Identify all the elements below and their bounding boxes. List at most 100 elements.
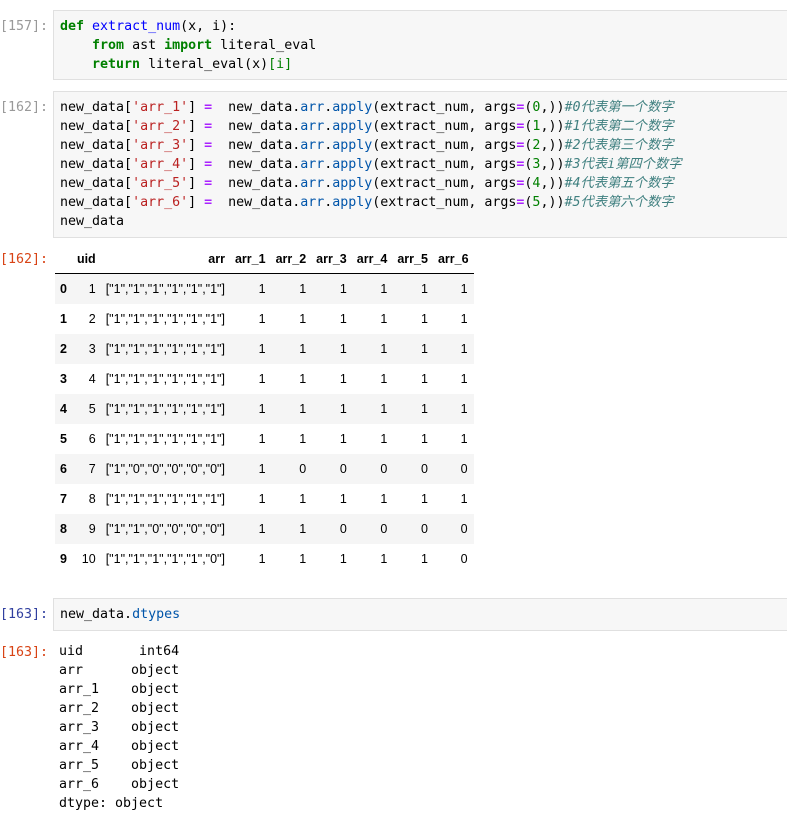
table-cell: 1 bbox=[299, 282, 307, 296]
function-name: extract_num bbox=[92, 19, 181, 34]
table-cell: 1 bbox=[258, 372, 266, 386]
code-line: return literal_eval(x)[i] bbox=[60, 55, 787, 74]
input-prompt-157: [157]: bbox=[0, 19, 49, 34]
table-cell: ["1","1","1","1","1","1"] bbox=[105, 342, 225, 356]
operator: = bbox=[204, 176, 213, 191]
table-cell: 1 bbox=[380, 492, 388, 506]
table-cell: 1 bbox=[421, 492, 428, 506]
code-text: ,)) bbox=[540, 100, 565, 115]
column-header: arr_3 bbox=[311, 245, 352, 274]
code-text: new_data[ bbox=[60, 119, 133, 134]
table-row: 0 1 ["1","1","1","1","1","1"] 1 1 1 1 1 1 bbox=[55, 273, 474, 304]
column-header: uid bbox=[71, 245, 101, 274]
table-cell: 1 bbox=[258, 522, 266, 536]
table-header-row: uid arr arr_1 arr_2 arr_3 arr_4 arr_5 arr_6 bbox=[55, 245, 474, 274]
attribute: apply bbox=[332, 119, 373, 134]
operator: = bbox=[204, 138, 213, 153]
table-cell: 1 bbox=[421, 372, 428, 386]
code-text: new_data[ bbox=[60, 157, 133, 172]
code-line: def extract_num(x, i): bbox=[60, 17, 787, 36]
operator: = bbox=[204, 157, 213, 172]
table-body: 0 1 ["1","1","1","1","1","1"] 1 1 1 1 1 1 1 2 ["1",… bbox=[55, 273, 474, 575]
table-cell: 10 bbox=[81, 552, 96, 566]
code-text: ast bbox=[124, 38, 165, 53]
code-text: (x, i): bbox=[180, 19, 237, 34]
code-line: new_data['arr_3'] = new_data.arr.apply(e… bbox=[60, 136, 787, 155]
code-text: new_data. bbox=[212, 100, 301, 115]
keyword: from bbox=[92, 38, 125, 53]
code-editor-157[interactable]: def extract_num(x, i): from ast import l… bbox=[53, 10, 787, 80]
table-row: 2 3 ["1","1","1","1","1","1"] 1 1 1 1 1 1 bbox=[55, 334, 474, 364]
table-cell: ["1","1","1","1","1","1"] bbox=[105, 432, 225, 446]
row-index: 2 bbox=[60, 342, 67, 356]
column-header: arr_1 bbox=[229, 245, 271, 274]
code-text: new_data. bbox=[60, 607, 133, 622]
column-header: arr_6 bbox=[432, 245, 474, 274]
code-text: new_data. bbox=[212, 157, 301, 172]
code-line: new_data['arr_5'] = new_data.arr.apply(e… bbox=[60, 174, 787, 193]
table-cell: 1 bbox=[421, 342, 428, 356]
operator: = bbox=[204, 195, 213, 210]
code-comment: #2代表第三个数字 bbox=[564, 138, 674, 153]
code-text: ] bbox=[188, 119, 205, 134]
table-cell: 0 bbox=[339, 522, 347, 536]
table-row: 6 7 ["1","0","0","0","0","0"] 1 0 0 0 0 0 bbox=[55, 454, 474, 484]
code-text: new_data[ bbox=[60, 100, 133, 115]
attribute: arr bbox=[300, 176, 325, 191]
string-literal: 'arr_6' bbox=[132, 195, 189, 210]
column-header: arr_2 bbox=[270, 245, 312, 274]
table-cell: 1 bbox=[258, 462, 266, 476]
table-cell: ["1","1","1","1","1","1"] bbox=[105, 312, 225, 326]
column-header: arr_5 bbox=[392, 245, 433, 274]
code-text: (extract_num, args bbox=[372, 100, 517, 115]
table-cell: 1 bbox=[299, 402, 307, 416]
table-cell: 1 bbox=[380, 402, 388, 416]
table-cell: 1 bbox=[299, 492, 307, 506]
attribute: arr bbox=[300, 119, 325, 134]
dtypes-output: uid int64 arr object arr_1 object arr_2 … bbox=[59, 644, 180, 811]
table-cell: 0 bbox=[299, 462, 307, 476]
output-stream-163: uid int64 arr object arr_1 object arr_2 … bbox=[59, 642, 179, 813]
table-cell: 1 bbox=[460, 432, 468, 446]
table-cell: 1 bbox=[299, 342, 307, 356]
table-cell: 6 bbox=[88, 432, 96, 446]
table-cell: 1 bbox=[460, 282, 468, 296]
code-editor-162[interactable]: new_data['arr_1'] = new_data.arr.apply(e… bbox=[53, 91, 787, 238]
table-cell: ["1","1","1","1","1","1"] bbox=[105, 372, 225, 386]
code-editor-163[interactable]: new_data.dtypes bbox=[53, 598, 787, 631]
code-line: new_data bbox=[60, 212, 787, 231]
table-row: 1 2 ["1","1","1","1","1","1"] 1 1 1 1 1 1 bbox=[55, 304, 474, 334]
attribute: apply bbox=[332, 100, 373, 115]
table-cell: 1 bbox=[421, 402, 428, 416]
table-cell: ["1","0","0","0","0","0"] bbox=[105, 462, 225, 476]
code-text: literal_eval bbox=[212, 38, 317, 53]
table-row: 3 4 ["1","1","1","1","1","1"] 1 1 1 1 1 1 bbox=[55, 364, 474, 394]
table-cell: 1 bbox=[380, 312, 388, 326]
column-header: arr bbox=[100, 245, 230, 274]
table-cell: 1 bbox=[421, 282, 428, 296]
table-cell: 4 bbox=[88, 372, 96, 386]
table-cell: 5 bbox=[88, 402, 96, 416]
table-cell: 1 bbox=[421, 552, 428, 566]
table-cell: 0 bbox=[421, 522, 428, 536]
code-lines: new_data['arr_1'] = new_data.arr.apply(e… bbox=[60, 98, 787, 212]
code-text: ] bbox=[188, 138, 205, 153]
row-index: 0 bbox=[60, 282, 67, 296]
row-index: 7 bbox=[60, 492, 67, 506]
table-row: 7 8 ["1","1","1","1","1","1"] 1 1 1 1 1 1 bbox=[55, 484, 474, 514]
table-cell: ["1","1","1","1","1","1"] bbox=[105, 492, 225, 506]
code-text: new_data bbox=[60, 214, 125, 229]
code-line: from ast import literal_eval bbox=[60, 36, 787, 55]
table-cell: 8 bbox=[88, 492, 96, 506]
table-row: 5 6 ["1","1","1","1","1","1"] 1 1 1 1 1 1 bbox=[55, 424, 474, 454]
keyword: def bbox=[60, 19, 85, 34]
code-line: new_data['arr_6'] = new_data.arr.apply(e… bbox=[60, 193, 787, 212]
table-cell: ["1","1","0","0","0","0"] bbox=[105, 522, 225, 536]
table-cell: 1 bbox=[339, 312, 347, 326]
code-text: ,)) bbox=[540, 176, 565, 191]
code-comment: #4代表第五个数字 bbox=[564, 176, 674, 191]
attribute: apply bbox=[332, 176, 373, 191]
table-cell: 1 bbox=[380, 372, 388, 386]
code-text: new_data[ bbox=[60, 195, 133, 210]
index-header bbox=[55, 245, 72, 274]
